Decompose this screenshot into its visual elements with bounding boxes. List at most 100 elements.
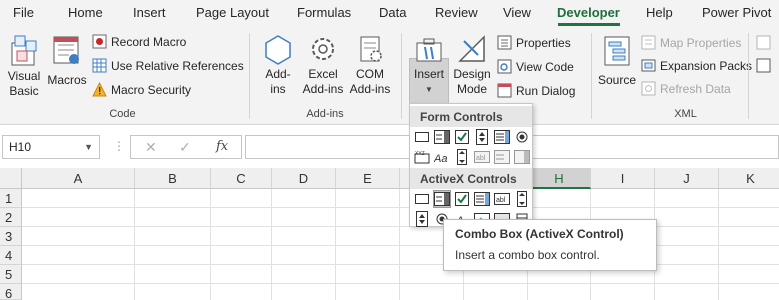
design-mode-button[interactable]: Design Mode bbox=[451, 33, 493, 97]
activex-text-box-icon[interactable]: abl bbox=[493, 190, 511, 208]
record-macro-button[interactable]: Record Macro bbox=[92, 34, 186, 49]
svg-text:abl: abl bbox=[476, 155, 486, 162]
activex-command-button-icon[interactable] bbox=[413, 190, 431, 208]
insert-controls-button[interactable]: Insert ▼ bbox=[409, 33, 449, 97]
row-header-5[interactable]: 5 bbox=[0, 265, 22, 284]
import-icon bbox=[756, 35, 771, 50]
xml-source-icon bbox=[604, 36, 630, 66]
form-combo-box-icon[interactable] bbox=[433, 128, 451, 146]
add-ins-label-line1: Add- bbox=[265, 67, 291, 81]
expansion-packs-button[interactable]: Expansion Packs bbox=[641, 58, 752, 73]
column-header-j[interactable]: J bbox=[655, 168, 719, 189]
form-combo-drop-down-edit-icon[interactable] bbox=[513, 148, 531, 166]
form-controls-header: Form Controls bbox=[410, 106, 532, 127]
form-spin-button-icon[interactable] bbox=[473, 128, 491, 146]
visual-basic-button[interactable]: Visual Basic bbox=[4, 33, 44, 99]
form-text-field-icon[interactable]: abl bbox=[473, 148, 491, 166]
use-relative-references-label: Use Relative References bbox=[111, 58, 244, 73]
macro-security-button[interactable]: Macro Security bbox=[92, 82, 191, 97]
svg-text:abl: abl bbox=[496, 197, 506, 204]
column-header-d[interactable]: D bbox=[272, 168, 336, 189]
grid-line bbox=[22, 245, 779, 246]
activex-combo-box-icon[interactable] bbox=[433, 190, 451, 208]
name-box[interactable]: H10 ▼ bbox=[2, 135, 100, 159]
column-header-c[interactable]: C bbox=[211, 168, 272, 189]
form-list-box-icon[interactable] bbox=[493, 128, 511, 146]
column-header-b[interactable]: B bbox=[135, 168, 211, 189]
tab-file[interactable]: File bbox=[13, 5, 34, 20]
com-add-ins-button[interactable]: COM Add-ins bbox=[347, 33, 393, 97]
tab-power-pivot[interactable]: Power Pivot bbox=[702, 5, 771, 20]
form-option-button-icon[interactable] bbox=[513, 128, 531, 146]
enter-check-icon[interactable]: ✓ bbox=[179, 139, 191, 156]
com-add-ins-label-line1: COM bbox=[356, 67, 384, 81]
row-header-1[interactable]: 1 bbox=[0, 189, 22, 208]
tab-data[interactable]: Data bbox=[379, 5, 406, 20]
activex-checkbox-icon[interactable] bbox=[453, 190, 471, 208]
refresh-data-button[interactable]: Refresh Data bbox=[641, 81, 731, 96]
map-properties-button[interactable]: Map Properties bbox=[641, 35, 741, 50]
svg-text:Aa: Aa bbox=[434, 153, 447, 163]
run-dialog-button[interactable]: Run Dialog bbox=[497, 83, 575, 98]
form-scroll-bar-icon[interactable] bbox=[453, 148, 471, 166]
worksheet-grid[interactable]: A B C D E F G H I J K 1 2 3 4 5 6 bbox=[0, 168, 779, 300]
properties-icon bbox=[497, 35, 512, 50]
form-label-icon[interactable]: Aa bbox=[433, 148, 451, 166]
form-button-control-icon[interactable] bbox=[413, 128, 431, 146]
record-macro-icon bbox=[92, 34, 107, 49]
xml-source-button[interactable]: Source bbox=[596, 33, 638, 88]
cancel-icon[interactable]: ✕ bbox=[145, 139, 157, 156]
properties-button[interactable]: Properties bbox=[497, 35, 571, 50]
column-header-e[interactable]: E bbox=[336, 168, 400, 189]
design-mode-label-line2: Mode bbox=[456, 82, 488, 96]
row-header-6[interactable]: 6 bbox=[0, 284, 22, 300]
column-header-a[interactable]: A bbox=[22, 168, 135, 189]
import-icon-partial[interactable] bbox=[756, 35, 775, 50]
macros-icon bbox=[53, 36, 79, 64]
view-code-button[interactable]: View Code bbox=[497, 59, 574, 74]
column-header-i[interactable]: I bbox=[591, 168, 655, 189]
formula-bar-grip: ⋮ bbox=[113, 139, 125, 153]
group-separator bbox=[401, 33, 402, 119]
select-all-corner[interactable] bbox=[0, 168, 22, 189]
form-checkbox-icon[interactable] bbox=[453, 128, 471, 146]
view-code-label: View Code bbox=[516, 59, 574, 74]
column-header-h[interactable]: H bbox=[528, 168, 591, 189]
row-header-2[interactable]: 2 bbox=[0, 208, 22, 227]
macro-security-label: Macro Security bbox=[111, 82, 192, 97]
insert-controls-dropdown: Form Controls XYZ Aa abl ActiveX Control… bbox=[409, 103, 533, 227]
export-icon-partial[interactable] bbox=[756, 58, 775, 73]
tab-page-layout[interactable]: Page Layout bbox=[196, 5, 269, 20]
column-header-k[interactable]: K bbox=[719, 168, 779, 189]
name-box-dropdown-caret[interactable]: ▼ bbox=[84, 142, 93, 152]
add-ins-label-line2: ins bbox=[270, 82, 286, 96]
refresh-data-label: Refresh Data bbox=[660, 81, 731, 96]
com-add-ins-label-line2: Add-ins bbox=[349, 82, 391, 96]
form-combo-list-edit-icon[interactable] bbox=[493, 148, 511, 166]
add-ins-button[interactable]: Add- ins bbox=[257, 33, 299, 97]
ribbon: Visual Basic Macros Record Macro Use Rel… bbox=[0, 27, 779, 128]
tab-developer[interactable]: Developer bbox=[557, 5, 620, 20]
form-group-box-icon[interactable]: XYZ bbox=[413, 148, 431, 166]
macros-button[interactable]: Macros bbox=[45, 33, 89, 88]
tab-help[interactable]: Help bbox=[646, 5, 673, 20]
tab-view[interactable]: View bbox=[503, 5, 531, 20]
design-mode-label-line1: Design bbox=[453, 67, 491, 81]
activex-list-box-icon[interactable] bbox=[473, 190, 491, 208]
expansion-packs-icon bbox=[641, 59, 656, 72]
activex-scroll-bar-icon[interactable] bbox=[513, 190, 531, 208]
use-relative-references-button[interactable]: Use Relative References bbox=[92, 58, 244, 73]
macros-label: Macros bbox=[47, 73, 87, 87]
formula-bar: H10 ▼ ⋮ ✕ ✓ fx bbox=[0, 133, 779, 161]
xml-group-label: XML bbox=[674, 108, 697, 120]
tab-review[interactable]: Review bbox=[435, 5, 478, 20]
tab-formulas[interactable]: Formulas bbox=[297, 5, 351, 20]
tab-home[interactable]: Home bbox=[68, 5, 103, 20]
tab-insert[interactable]: Insert bbox=[133, 5, 166, 20]
excel-add-ins-label-line1: Excel bbox=[308, 67, 338, 81]
excel-add-ins-button[interactable]: Excel Add-ins bbox=[300, 33, 346, 97]
row-header-4[interactable]: 4 bbox=[0, 246, 22, 265]
row-header-3[interactable]: 3 bbox=[0, 227, 22, 246]
activex-spin-button-icon[interactable] bbox=[413, 210, 431, 228]
insert-function-button[interactable]: fx bbox=[216, 139, 228, 154]
